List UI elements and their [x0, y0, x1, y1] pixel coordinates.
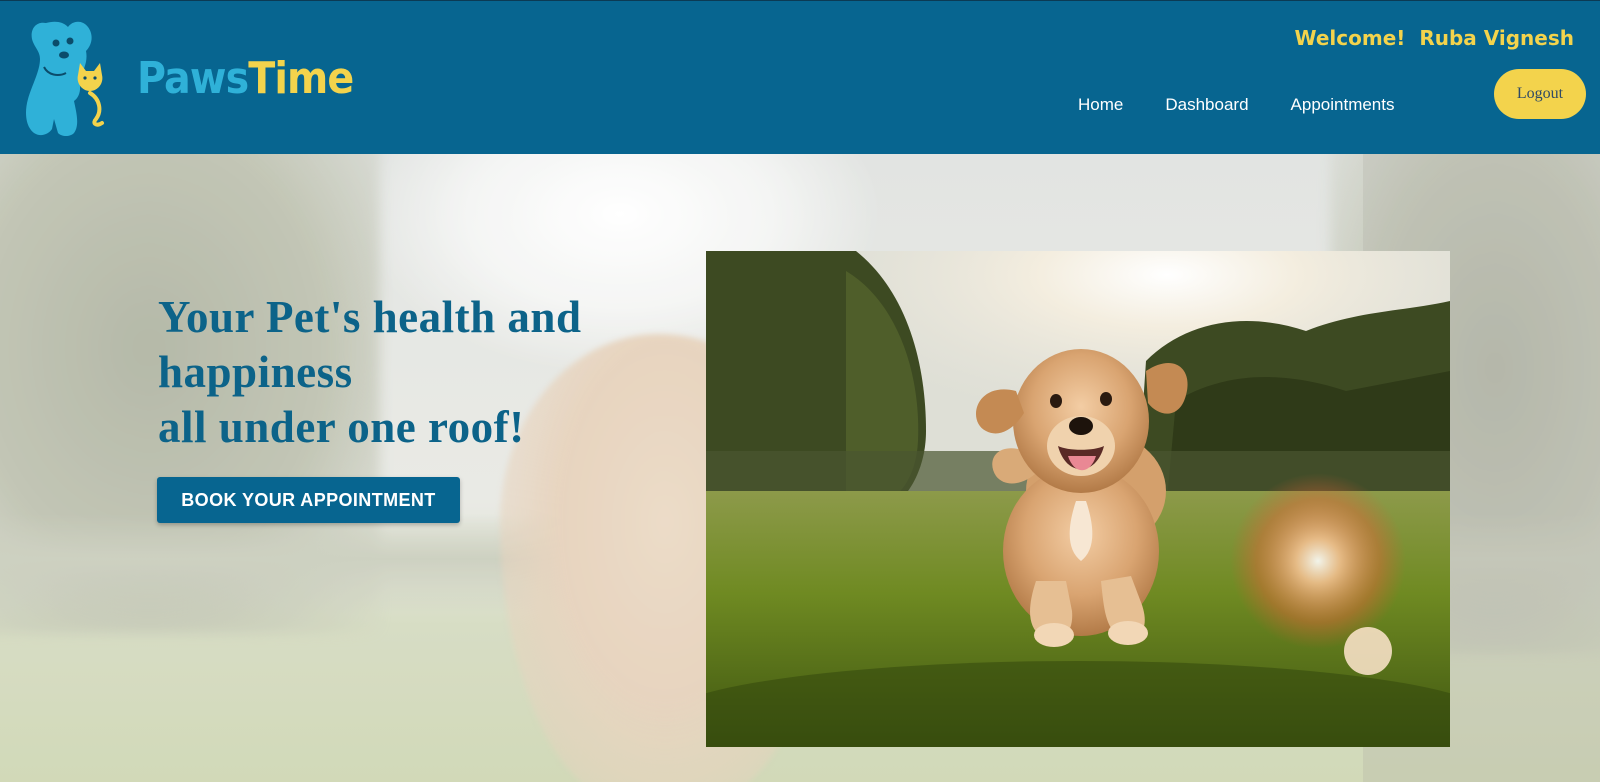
- hero-heading-line-1: Your Pet's health and: [158, 292, 582, 342]
- hero-section: Your Pet's health and happiness all unde…: [0, 154, 1600, 782]
- hero-heading-line-2: happiness: [158, 347, 353, 397]
- nav-appointments-link[interactable]: Appointments: [1291, 95, 1395, 115]
- puppy-photo-illustration: [706, 251, 1450, 747]
- puppy-photo: [706, 251, 1450, 747]
- logout-button[interactable]: Logout: [1494, 69, 1586, 119]
- page: PawsTime Welcome! Ruba Vignesh Home Dash…: [0, 0, 1600, 782]
- book-appointment-button[interactable]: BOOK YOUR APPOINTMENT: [157, 477, 460, 523]
- hero-heading-line-3: all under one roof!: [158, 402, 525, 452]
- welcome-message: Welcome! Ruba Vignesh: [1294, 26, 1574, 50]
- nav-dashboard-link[interactable]: Dashboard: [1165, 95, 1248, 115]
- hero-heading: Your Pet's health and happiness all unde…: [158, 290, 698, 455]
- site-header: PawsTime Welcome! Ruba Vignesh Home Dash…: [0, 0, 1600, 154]
- nav-home-link[interactable]: Home: [1078, 95, 1123, 115]
- brand-name-part1: Paws: [137, 53, 249, 104]
- main-nav: Home Dashboard Appointments: [1078, 95, 1394, 115]
- dog-and-cat-logo-icon[interactable]: [18, 15, 114, 139]
- brand-logo-text[interactable]: PawsTime: [137, 57, 354, 101]
- brand-name-part2: Time: [248, 53, 354, 104]
